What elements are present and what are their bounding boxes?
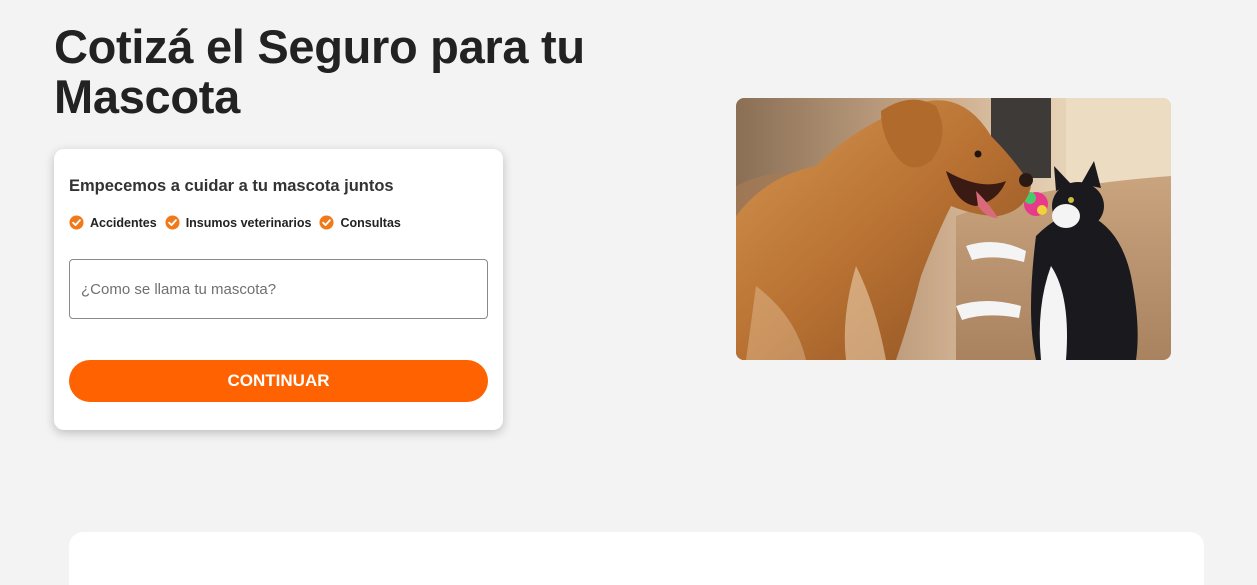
check-circle-icon: [69, 215, 84, 230]
coverage-item: Insumos veterinarios: [165, 215, 312, 230]
check-circle-icon: [165, 215, 180, 230]
coverage-item: Consultas: [319, 215, 401, 230]
bottom-content-card: [69, 532, 1204, 585]
check-circle-icon: [319, 215, 334, 230]
coverage-label: Insumos veterinarios: [185, 215, 312, 230]
coverage-label: Consultas: [340, 215, 401, 230]
coverage-item: Accidentes: [69, 215, 157, 230]
form-heading: Empecemos a cuidar a tu mascota juntos: [69, 177, 394, 195]
pet-name-input[interactable]: [69, 259, 488, 319]
coverage-list: Accidentes Insumos veterinarios Consulta…: [69, 215, 401, 230]
page-title: Cotizá el Seguro para tu Mascota: [54, 20, 585, 123]
landing-page: Cotizá el Seguro para tu Mascota Empecem…: [0, 0, 1257, 585]
continue-button[interactable]: CONTINUAR: [69, 360, 488, 402]
quote-form-card: Empecemos a cuidar a tu mascota juntos A…: [54, 149, 503, 430]
dog-and-cat-photo: [736, 98, 1171, 360]
coverage-label: Accidentes: [90, 215, 157, 230]
